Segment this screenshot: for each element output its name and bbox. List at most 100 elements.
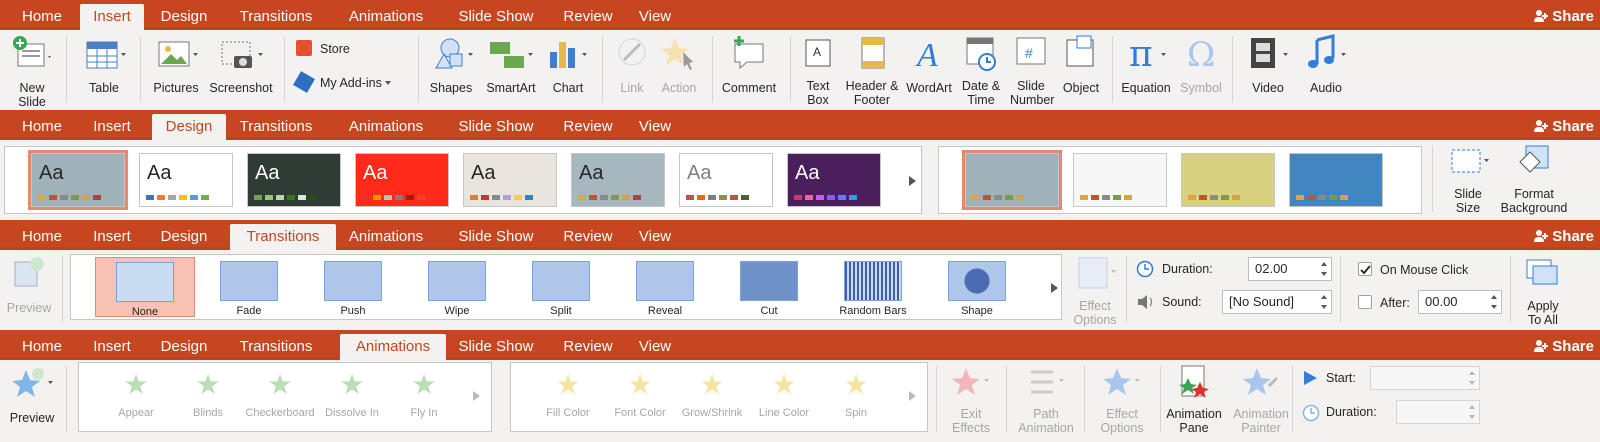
animation-preview-button[interactable]: Preview bbox=[4, 364, 60, 425]
effect-options-button[interactable]: Effect Options bbox=[1068, 254, 1122, 327]
on-mouse-click-checkbox[interactable] bbox=[1358, 262, 1372, 276]
screenshot-button[interactable]: Screenshot bbox=[206, 34, 276, 95]
comment-button[interactable]: Comment bbox=[718, 34, 780, 95]
gallery-next-arrow-icon[interactable] bbox=[473, 391, 480, 401]
header-footer-button[interactable]: Header & Footer bbox=[842, 34, 902, 107]
tab-design[interactable]: Design bbox=[152, 334, 216, 360]
variant-thumbnail[interactable] bbox=[962, 150, 1062, 210]
chart-button[interactable]: Chart bbox=[544, 34, 592, 95]
tab-slide-show[interactable]: Slide Show bbox=[448, 224, 544, 250]
transition-wipe[interactable]: Wipe bbox=[407, 257, 507, 317]
tab-home[interactable]: Home bbox=[12, 4, 72, 30]
apply-to-all-button[interactable]: Apply To All bbox=[1518, 254, 1568, 327]
tab-home[interactable]: Home bbox=[12, 114, 72, 140]
animation-fill-color[interactable]: ★ Fill Color bbox=[533, 369, 603, 419]
animation-grow-shrink[interactable]: ★ Grow/Shrink bbox=[677, 369, 747, 419]
tab-insert[interactable]: Insert bbox=[80, 4, 144, 30]
tab-review[interactable]: Review bbox=[556, 224, 620, 250]
store-button[interactable]: Store bbox=[296, 40, 416, 56]
path-animation-button[interactable]: Path Animation bbox=[1014, 364, 1078, 435]
gallery-next-arrow-icon[interactable] bbox=[909, 391, 916, 401]
transition-reveal[interactable]: Reveal bbox=[615, 257, 715, 317]
share-button[interactable]: Share bbox=[1534, 224, 1594, 250]
tab-home[interactable]: Home bbox=[12, 224, 72, 250]
theme-thumbnail[interactable]: Aa bbox=[463, 153, 557, 207]
animation-painter-button[interactable]: Animation Painter bbox=[1226, 364, 1296, 435]
tab-insert[interactable]: Insert bbox=[80, 224, 144, 250]
gallery-next-arrow-icon[interactable] bbox=[1051, 283, 1058, 293]
tab-design[interactable]: Design bbox=[152, 4, 216, 30]
tab-design[interactable]: Design bbox=[152, 224, 216, 250]
stepper-icon[interactable] bbox=[1321, 261, 1328, 277]
tab-slide-show[interactable]: Slide Show bbox=[448, 4, 544, 30]
animation-line-color[interactable]: ★ Line Color bbox=[749, 369, 819, 419]
tab-insert[interactable]: Insert bbox=[80, 114, 144, 140]
wordart-button[interactable]: A WordArt bbox=[904, 34, 954, 95]
transition-none[interactable]: None bbox=[95, 257, 195, 318]
tab-review[interactable]: Review bbox=[556, 114, 620, 140]
exit-effects-button[interactable]: Exit Effects bbox=[942, 364, 1000, 435]
theme-thumbnail[interactable]: Aa bbox=[571, 153, 665, 207]
audio-button[interactable]: Audio bbox=[1300, 34, 1352, 95]
duration-field[interactable]: 02.00 bbox=[1248, 257, 1332, 281]
tab-view[interactable]: View bbox=[630, 334, 680, 360]
sound-select[interactable]: [No Sound] bbox=[1222, 290, 1332, 314]
slide-number-button[interactable]: # Slide Number bbox=[1008, 34, 1054, 107]
tab-transitions[interactable]: Transitions bbox=[228, 114, 324, 140]
tab-review[interactable]: Review bbox=[556, 4, 620, 30]
stepper-icon[interactable] bbox=[1469, 404, 1476, 420]
object-button[interactable]: Object bbox=[1058, 34, 1104, 95]
after-field[interactable]: 00.00 bbox=[1418, 290, 1502, 314]
format-background-button[interactable]: Format Background bbox=[1498, 142, 1570, 215]
tab-animations[interactable]: Animations bbox=[338, 4, 434, 30]
transition-shape[interactable]: Shape bbox=[927, 257, 1027, 317]
tab-review[interactable]: Review bbox=[556, 334, 620, 360]
anim-duration-field[interactable] bbox=[1396, 400, 1480, 424]
tab-animations[interactable]: Animations bbox=[340, 334, 446, 360]
pictures-button[interactable]: Pictures bbox=[148, 34, 204, 95]
theme-thumbnail[interactable]: Aa bbox=[355, 153, 449, 207]
my-addins-button[interactable]: My Add-ins bbox=[293, 71, 416, 93]
transition-preview-button[interactable]: Preview bbox=[4, 254, 54, 315]
gallery-next-arrow-icon[interactable] bbox=[909, 176, 916, 186]
action-button[interactable]: Action bbox=[656, 34, 702, 95]
tab-transitions[interactable]: Transitions bbox=[230, 224, 336, 250]
tab-design[interactable]: Design bbox=[152, 114, 226, 140]
tab-transitions[interactable]: Transitions bbox=[228, 334, 324, 360]
tab-view[interactable]: View bbox=[630, 4, 680, 30]
transition-split[interactable]: Split bbox=[511, 257, 611, 317]
animation-dissolve-in[interactable]: ★ Dissolve In bbox=[317, 369, 387, 419]
tab-insert[interactable]: Insert bbox=[80, 334, 144, 360]
tab-slide-show[interactable]: Slide Show bbox=[448, 334, 544, 360]
theme-thumbnail[interactable]: Aa bbox=[247, 153, 341, 207]
theme-thumbnail[interactable]: Aa bbox=[139, 153, 233, 207]
tab-view[interactable]: View bbox=[630, 114, 680, 140]
date-time-button[interactable]: Date & Time bbox=[958, 34, 1004, 107]
variant-thumbnail[interactable] bbox=[1289, 153, 1383, 207]
transition-push[interactable]: Push bbox=[303, 257, 403, 317]
transition-fade[interactable]: Fade bbox=[199, 257, 299, 317]
stepper-icon[interactable] bbox=[1491, 294, 1498, 310]
text-box-button[interactable]: A Text Box bbox=[798, 34, 838, 107]
animation-blinds[interactable]: ★ Blinds bbox=[173, 369, 243, 419]
after-checkbox[interactable] bbox=[1358, 295, 1372, 309]
start-select[interactable] bbox=[1370, 366, 1480, 390]
new-slide-button[interactable]: New Slide bbox=[6, 34, 58, 109]
animation-appear[interactable]: ★ Appear bbox=[101, 369, 171, 419]
tab-animations[interactable]: Animations bbox=[338, 224, 434, 250]
variant-thumbnail[interactable] bbox=[1181, 153, 1275, 207]
share-button[interactable]: Share bbox=[1534, 4, 1594, 30]
table-button[interactable]: Table bbox=[76, 34, 132, 95]
animation-font-color[interactable]: ★ Font Color bbox=[605, 369, 675, 419]
share-button[interactable]: Share bbox=[1534, 334, 1594, 360]
variant-thumbnail[interactable] bbox=[1073, 153, 1167, 207]
animation-effect-options-button[interactable]: Effect Options bbox=[1090, 364, 1154, 435]
link-button[interactable]: Link bbox=[610, 34, 654, 95]
tab-home[interactable]: Home bbox=[12, 334, 72, 360]
video-button[interactable]: Video bbox=[1240, 34, 1296, 95]
symbol-button[interactable]: Ω Symbol bbox=[1178, 34, 1224, 95]
slide-size-button[interactable]: Slide Size bbox=[1440, 142, 1496, 215]
shapes-button[interactable]: Shapes bbox=[424, 34, 478, 95]
animation-spin[interactable]: ★ Spin bbox=[821, 369, 891, 419]
smartart-button[interactable]: SmartArt bbox=[482, 34, 540, 95]
